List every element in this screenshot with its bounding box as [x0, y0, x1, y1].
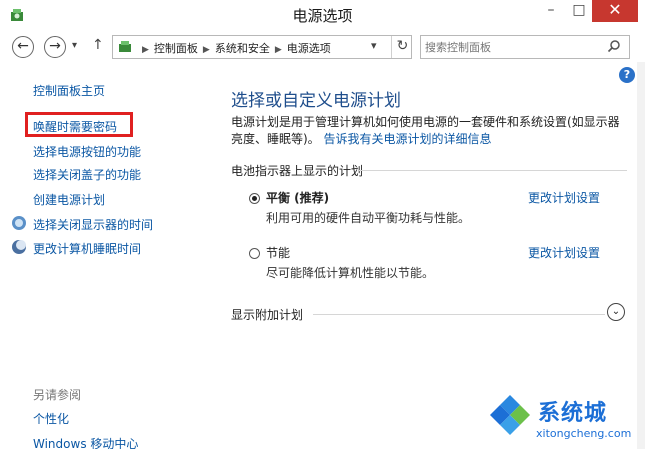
- sidebar: 控制面板主页 唤醒时需要密码 选择电源按钮的功能 选择关闭盖子的功能 创建电源计…: [0, 62, 210, 449]
- plan-power-saver-name[interactable]: 节能: [266, 244, 290, 261]
- help-icon[interactable]: ?: [619, 67, 635, 83]
- address-box[interactable]: ▶ 控制面板 ▶ 系统和安全 ▶ 电源选项 ▾ ↻: [112, 35, 412, 59]
- show-additional-plans-label[interactable]: 显示附加计划: [231, 306, 303, 323]
- search-input[interactable]: [425, 38, 595, 56]
- expand-chevron-icon[interactable]: ⌄: [607, 303, 625, 321]
- see-also-heading: 另请参阅: [33, 388, 82, 402]
- moon-icon: [12, 240, 26, 254]
- sidebar-item-create-plan[interactable]: 创建电源计划: [33, 191, 105, 208]
- breadcrumb-separator: ▶: [142, 45, 149, 55]
- intro-text: 电源计划是用于管理计算机如何使用电源的一套硬件和系统设置(如显示器亮度、睡眠等)…: [231, 114, 629, 148]
- breadcrumb-control-panel[interactable]: 控制面板: [154, 42, 198, 55]
- plan-power-saver-radio[interactable]: [249, 248, 260, 259]
- highlight-annotation: [25, 112, 133, 137]
- watermark-url: xitongcheng.com: [536, 427, 632, 440]
- plan-balanced-radio[interactable]: [249, 193, 260, 204]
- recent-locations-button[interactable]: ▾: [72, 40, 77, 51]
- address-dropdown-button[interactable]: ▾: [371, 39, 377, 52]
- search-icon[interactable]: [607, 39, 621, 53]
- forward-button[interactable]: →: [44, 36, 66, 58]
- see-also-personalization-link[interactable]: 个性化: [33, 410, 69, 427]
- refresh-button[interactable]: ↻: [391, 36, 413, 58]
- breadcrumb-power-options[interactable]: 电源选项: [287, 42, 331, 55]
- group-label: 电池指示器上显示的计划: [231, 164, 364, 178]
- back-button[interactable]: ←: [12, 36, 34, 58]
- watermark-brand: 系统城: [538, 401, 608, 426]
- group-divider: [359, 170, 627, 171]
- breadcrumb-system-security[interactable]: 系统和安全: [215, 42, 270, 55]
- plan-balanced-settings-link[interactable]: 更改计划设置: [528, 189, 600, 206]
- title-bar: 电源选项 – □ ✕: [0, 0, 645, 30]
- maximize-button[interactable]: □: [568, 0, 590, 22]
- plan-power-saver-settings-link[interactable]: 更改计划设置: [528, 244, 600, 261]
- watermark-logo-icon: [490, 395, 530, 435]
- watermark: 系统城 xitongcheng.com: [480, 385, 645, 449]
- control-panel-home-link[interactable]: 控制面板主页: [33, 82, 105, 99]
- plan-balanced-description: 利用可用的硬件自动平衡功耗与性能。: [266, 211, 471, 225]
- sidebar-item-power-button[interactable]: 选择电源按钮的功能: [33, 143, 141, 160]
- close-button[interactable]: ✕: [592, 0, 638, 22]
- search-box[interactable]: [420, 35, 630, 59]
- see-also-mobility-center-link[interactable]: Windows 移动中心: [33, 435, 138, 449]
- page-title: 选择或自定义电源计划: [231, 91, 401, 111]
- plan-balanced-name[interactable]: 平衡 (推荐): [266, 189, 329, 206]
- sidebar-item-sleep-time[interactable]: 更改计算机睡眠时间: [33, 240, 141, 257]
- breadcrumb-separator: ▶: [274, 45, 282, 55]
- up-button[interactable]: ↑: [92, 37, 104, 53]
- additional-plans-divider: [313, 314, 605, 315]
- minimize-button[interactable]: –: [540, 0, 562, 22]
- control-panel-icon: [119, 41, 131, 52]
- breadcrumb-separator: ▶: [202, 45, 210, 55]
- address-toolbar: ← → ▾ ↑ ▶ 控制面板 ▶ 系统和安全 ▶ 电源选项 ▾ ↻: [0, 30, 645, 62]
- sidebar-item-display-off[interactable]: 选择关闭显示器的时间: [33, 216, 153, 233]
- display-icon: [12, 216, 26, 230]
- breadcrumb: ▶ 控制面板 ▶ 系统和安全 ▶ 电源选项: [137, 40, 331, 56]
- sidebar-item-lid-close[interactable]: 选择关闭盖子的功能: [33, 166, 141, 183]
- learn-more-link[interactable]: 告诉我有关电源计划的详细信息: [324, 132, 492, 146]
- plan-power-saver-description: 尽可能降低计算机性能以节能。: [266, 266, 435, 280]
